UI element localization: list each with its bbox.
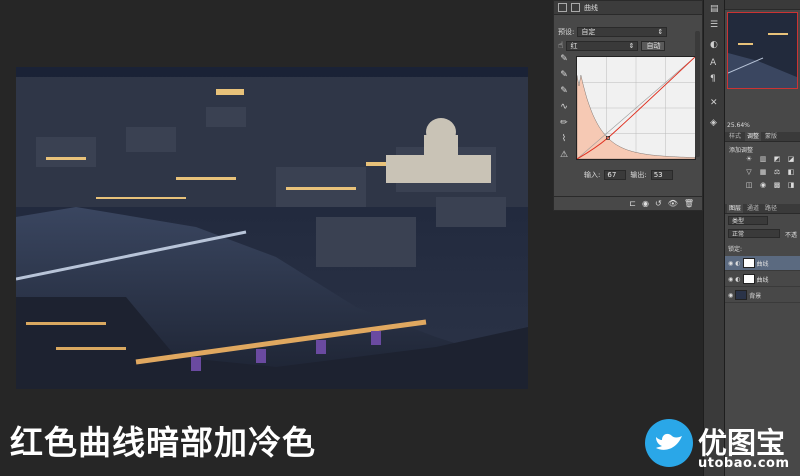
clip-to-layer-icon[interactable]: ⊏ [629,199,636,208]
tab-styles[interactable]: 样式 [727,132,743,141]
gray-eyedropper-icon[interactable]: ✎ [560,71,568,80]
input-field[interactable]: 67 [604,170,627,180]
white-eyedropper-icon[interactable]: ✎ [560,87,568,96]
curve-point-tool-icon[interactable]: ∿ [560,103,568,112]
layer-name: 背景 [749,292,762,300]
layer-name: 曲线 [756,260,769,268]
opacity-label: 不透 [785,232,798,239]
trash-icon[interactable]: 🗑 [684,199,694,208]
visibility-icon[interactable]: 👁 [668,199,678,208]
panel-title: 曲线 [584,3,598,12]
adjustment-tabs: 样式 调整 蒙版 [725,132,800,142]
mask-thumbnail [742,258,755,268]
history-icon[interactable]: ▤ [710,4,719,14]
color-balance-icon[interactable]: ⚖ [771,168,783,176]
pencil-tool-icon[interactable]: ✏ [560,119,568,128]
3d-icon[interactable]: ◈ [710,118,717,128]
mixer-icon[interactable]: ◉ [757,181,769,189]
eye-icon[interactable]: ◉ [728,276,733,283]
eye-icon[interactable]: ◉ [728,292,733,299]
dropdown-arrow-icon: ⇕ [657,28,664,36]
brightness-icon[interactable]: ☀ [743,155,755,163]
photo-filter-icon[interactable]: ◫ [743,181,755,189]
adjustment-icon-grid: ☀ ▥ ◩ ◪ ▽ ▦ ⚖ ◧ ◫ ◉ ▩ ◨ [743,155,799,189]
lookup-icon[interactable]: ▩ [771,181,783,189]
auto-button[interactable]: 自动 [641,41,666,51]
navigator-tabs [725,0,800,10]
paragraph-icon[interactable]: ¶ [710,74,716,84]
panel-footer: ⊏ ◉ ↺ 👁 🗑 [554,196,702,210]
add-adjustment-label: 添加调整 [729,147,754,154]
panel-scrollbar[interactable] [695,31,700,157]
reset-icon[interactable]: ↺ [655,199,662,208]
curves-adj-icon[interactable]: ◩ [771,155,783,163]
layer-filter-dropdown[interactable]: 类型 [728,216,768,225]
tab-adjustments[interactable]: 调整 [745,132,762,141]
levels-icon[interactable]: ▥ [757,155,769,163]
input-label: 输入: [584,171,601,179]
adjustment-layer-icon [558,3,567,12]
channel-value: 红 [570,42,578,50]
hue-icon[interactable]: ▦ [757,168,769,176]
channel-row: ☝ 红 ⇕ 自动 [558,41,666,51]
blend-mode-value: 正常 [732,231,745,238]
zoom-readout[interactable]: 25.64% [727,122,750,129]
layer-row[interactable]: ◉ 背景 [725,288,800,303]
preset-dropdown[interactable]: 自定 ⇕ [577,27,668,37]
invert-icon[interactable]: ◨ [785,181,797,189]
curve-tools: ✎ ✎ ✎ ∿ ✏ ⌇ ⚠ [557,55,571,160]
photo-thumbnail [735,290,748,300]
adjustment-layer-icon: ◐ [735,259,741,267]
eye-icon[interactable]: ◉ [728,260,733,267]
curves-graph[interactable] [576,56,696,160]
adjustment-layer-icon: ◐ [735,275,741,283]
filter-value: 类型 [732,218,745,225]
preset-label: 预设: [558,28,575,36]
watermark-url: utobao.com [698,456,790,471]
panel-header: 曲线 [554,1,702,15]
curves-icon [571,3,580,12]
color-icon[interactable]: ◐ [710,40,718,50]
bird-logo-icon [645,419,693,467]
london-night-photo [16,67,528,389]
bw-icon[interactable]: ◧ [785,168,797,176]
hand-adjust-icon[interactable]: ☝ [558,41,563,51]
preset-row: 预设: 自定 ⇕ [558,27,668,37]
dropdown-arrow-icon: ⇕ [628,42,635,50]
channel-dropdown[interactable]: 红 ⇕ [566,41,639,51]
smooth-icon[interactable]: ⌇ [562,135,566,144]
navigator-preview[interactable] [727,12,798,89]
tab-channels[interactable]: 通道 [745,204,761,213]
curves-properties-panel: 曲线 预设: 自定 ⇕ ☝ 红 ⇕ 自动 ✎ ✎ ✎ ∿ ✏ ⌇ ⚠ 输入: 6… [553,0,703,211]
lock-label: 锁定: [728,246,743,253]
tab-paths[interactable]: 路径 [763,204,779,213]
tutorial-caption: 红色曲线暗部加冷色 [10,423,316,462]
right-dock: 25.64% 样式 调整 蒙版 添加调整 ☀ ▥ ◩ ◪ ▽ ▦ ⚖ ◧ ◫ ◉… [725,0,800,476]
black-eyedropper-icon[interactable]: ✎ [560,55,568,64]
vibrance-icon[interactable]: ▽ [743,168,755,176]
preset-value: 自定 [581,28,596,36]
panel-tool-strip: ▤ ☰ ◐ A ¶ ✕ ◈ [703,0,725,476]
output-field[interactable]: 53 [650,170,673,180]
tab-masks[interactable]: 蒙版 [763,132,779,141]
blend-mode-dropdown[interactable]: 正常 [728,229,780,238]
adjust-icon[interactable]: ☰ [710,20,718,30]
tools-icon[interactable]: ✕ [710,98,718,108]
layers-tabs: 图层 通道 路径 [725,204,800,214]
mask-thumbnail [742,274,755,284]
view-previous-icon[interactable]: ◉ [642,199,649,208]
tab-layers[interactable]: 图层 [727,204,744,213]
exposure-icon[interactable]: ◪ [785,155,797,163]
layer-row[interactable]: ◉ ◐ 曲线 [725,256,800,271]
layer-row[interactable]: ◉ ◐ 曲线 [725,272,800,287]
layer-name: 曲线 [756,276,769,284]
output-label: 输出: [630,171,647,179]
input-output-row: 输入: 67 输出: 53 [584,170,673,180]
histogram-warning-icon[interactable]: ⚠ [560,151,568,160]
character-icon[interactable]: A [710,58,716,68]
